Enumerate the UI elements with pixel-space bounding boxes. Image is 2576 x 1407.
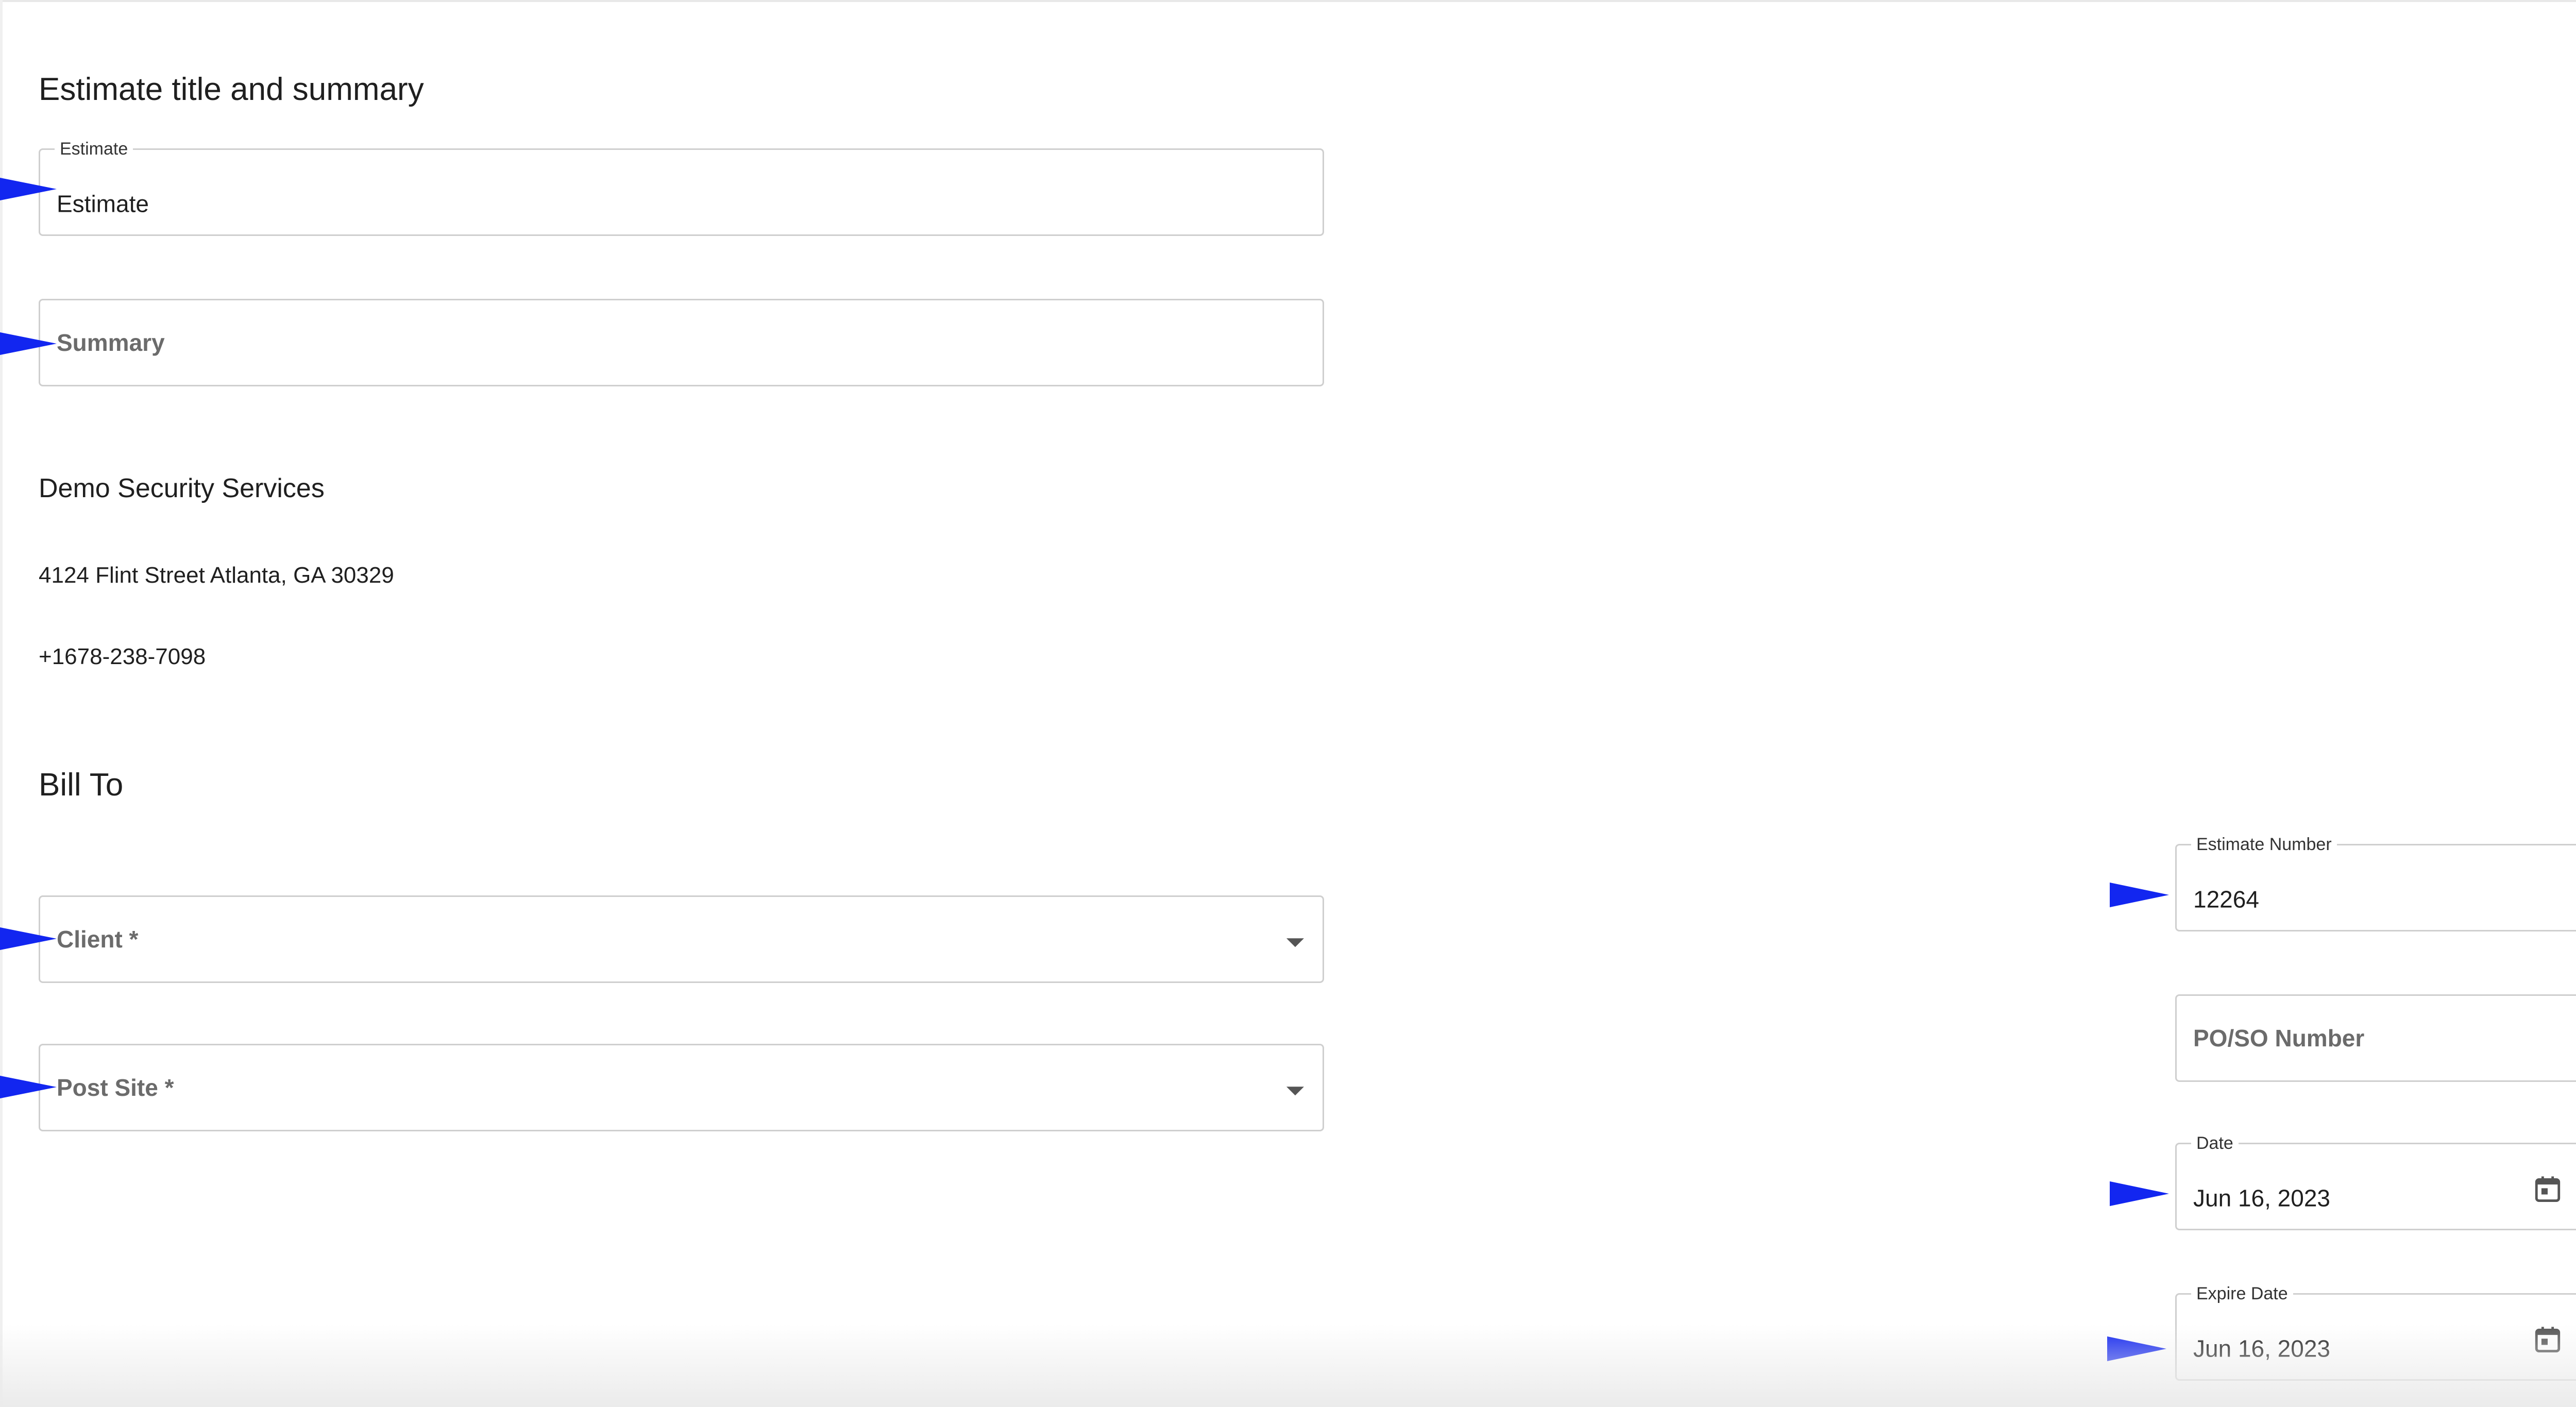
arrow-pointer-icon [2110, 883, 2169, 907]
summary-placeholder: Summary [57, 329, 165, 356]
estimate-number-value[interactable]: 12264 [2193, 886, 2259, 913]
estimate-number-field[interactable]: Estimate Number 12264 [2175, 834, 2576, 931]
post-site-select[interactable]: Post Site * [39, 1044, 1324, 1131]
arrow-pointer-icon [2110, 1181, 2169, 1206]
estimate-field-value[interactable]: Estimate [57, 190, 149, 218]
arrow-pointer-icon [0, 1076, 57, 1098]
client-placeholder: Client * [57, 926, 139, 953]
chevron-down-icon[interactable] [1286, 1087, 1304, 1096]
chevron-down-icon[interactable] [1286, 938, 1304, 947]
expire-date-value[interactable]: Jun 16, 2023 [2193, 1335, 2330, 1363]
window-top-border [0, 0, 2576, 2]
arrow-pointer-icon [0, 332, 57, 355]
date-label: Date [2191, 1133, 2239, 1154]
date-value[interactable]: Jun 16, 2023 [2193, 1184, 2330, 1212]
expire-date-label: Expire Date [2191, 1283, 2293, 1304]
post-site-placeholder: Post Site * [57, 1074, 174, 1101]
po-so-number-placeholder: PO/SO Number [2193, 1025, 2365, 1052]
company-phone: +1678-238-7098 [39, 644, 206, 669]
section-title: Estimate title and summary [39, 72, 424, 107]
client-select[interactable]: Client * [39, 895, 1324, 983]
calendar-icon[interactable] [2533, 1175, 2563, 1205]
estimate-number-label: Estimate Number [2191, 834, 2337, 855]
estimate-field[interactable]: Estimate Estimate [39, 139, 1324, 236]
arrow-pointer-icon [2107, 1336, 2166, 1361]
arrow-pointer-icon [0, 178, 57, 200]
po-so-number-field[interactable]: PO/SO Number [2175, 994, 2576, 1082]
window-left-border [0, 0, 3, 1407]
bill-to-title: Bill To [39, 767, 124, 803]
company-name: Demo Security Services [39, 473, 325, 503]
calendar-icon[interactable] [2533, 1325, 2563, 1355]
estimate-field-label: Estimate [55, 139, 133, 159]
arrow-pointer-icon [0, 927, 57, 950]
summary-field[interactable]: Summary [39, 299, 1324, 386]
date-field[interactable]: Date Jun 16, 2023 [2175, 1133, 2576, 1230]
expire-date-field[interactable]: Expire Date Jun 16, 2023 [2175, 1283, 2576, 1381]
company-address: 4124 Flint Street Atlanta, GA 30329 [39, 563, 394, 588]
